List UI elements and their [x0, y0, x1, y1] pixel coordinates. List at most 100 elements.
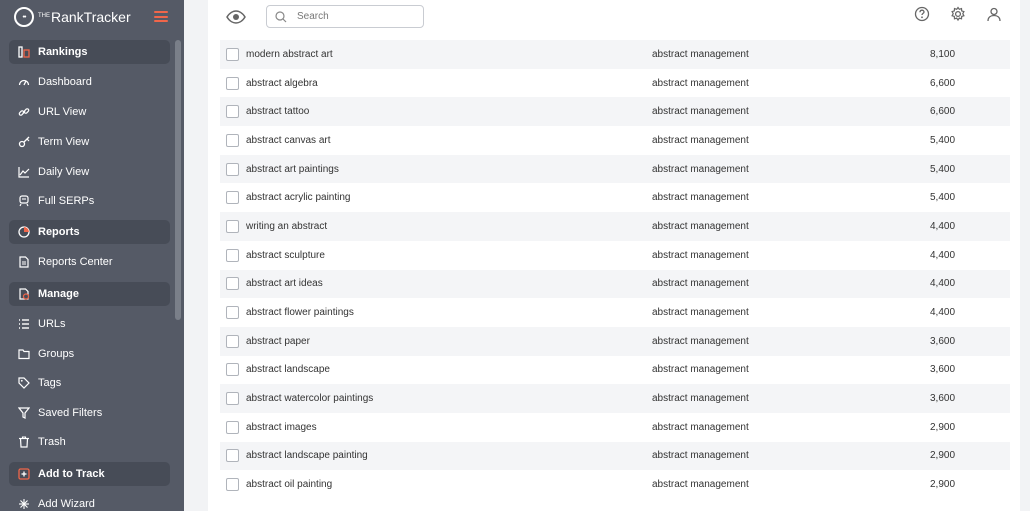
sidebar-item-label: Tags [38, 377, 62, 389]
sidebar-item-daily-view[interactable]: Daily View [9, 160, 170, 184]
row-checkbox[interactable] [226, 133, 239, 147]
serp-icon [18, 195, 30, 207]
volume-cell: 3,600 [930, 393, 956, 405]
sidebar-item-label: Saved Filters [38, 407, 103, 419]
sidebar-item-label: URLs [38, 318, 66, 330]
settings-gear-icon[interactable] [950, 6, 966, 22]
row-checkbox[interactable] [226, 420, 239, 434]
search-box[interactable] [266, 5, 424, 28]
sidebar-item-manage[interactable]: Manage [9, 282, 170, 306]
keyword-cell: abstract sculpture [246, 249, 325, 261]
sidebar-item-reports[interactable]: Reports [9, 220, 170, 244]
group-cell: abstract management [652, 421, 749, 433]
table-row[interactable]: modern abstract art abstract management 8,… [220, 40, 1010, 69]
group-cell: abstract management [652, 192, 749, 204]
table-row[interactable]: abstract paper abstract management 3,600 [220, 326, 1010, 356]
sidebar-item-label: Rankings [38, 46, 88, 58]
sidebar-item-add-to-track[interactable]: Add to Track [9, 462, 170, 486]
search-input[interactable] [297, 11, 417, 22]
sidebar-item-saved-filters[interactable]: Saved Filters [9, 401, 170, 425]
keyword-cell: abstract art paintings [246, 163, 339, 175]
pie-chart-icon [18, 226, 30, 238]
row-checkbox[interactable] [226, 277, 239, 291]
row-checkbox[interactable] [226, 47, 239, 61]
table-row[interactable]: abstract algebra abstract management 6,600 [220, 69, 1010, 98]
table-row[interactable]: abstract art paintings abstract managemen… [220, 154, 1010, 184]
sidebar-item-term-view[interactable]: Term View [9, 130, 170, 154]
row-checkbox[interactable] [226, 76, 239, 90]
sidebar-item-urls[interactable]: URLs [9, 312, 170, 336]
brand-name-text: RankTracker [51, 9, 131, 25]
brand-name: THERankTracker [38, 9, 131, 25]
table-row[interactable]: abstract watercolor paintings abstract ma… [220, 384, 1010, 413]
keyword-cell: abstract flower paintings [246, 307, 354, 319]
group-cell: abstract management [652, 163, 749, 175]
sidebar-item-url-view[interactable]: URL View [9, 100, 170, 124]
row-checkbox[interactable] [226, 248, 239, 262]
help-icon[interactable] [914, 6, 930, 22]
volume-cell: 2,900 [930, 421, 956, 433]
table-row[interactable]: abstract landscape abstract management 3,6… [220, 356, 1010, 385]
table-row[interactable]: abstract tattoo abstract management 6,600 [220, 97, 1010, 127]
group-cell: abstract management [652, 364, 749, 376]
sidebar-item-tags[interactable]: Tags [9, 371, 170, 395]
volume-cell: 5,400 [930, 134, 956, 146]
trash-icon [18, 436, 30, 448]
sidebar-item-dashboard[interactable]: Dashboard [9, 70, 170, 94]
brand-logo[interactable]: •• THERankTracker [14, 7, 131, 27]
volume-cell: 4,400 [930, 307, 956, 319]
sidebar-item-reports-center[interactable]: Reports Center [9, 250, 170, 274]
toolbar [208, 0, 1020, 38]
folder-icon [18, 348, 30, 360]
row-checkbox[interactable] [226, 478, 239, 492]
sidebar-item-trash[interactable]: Trash [9, 430, 170, 454]
sidebar-scrollbar[interactable] [175, 40, 181, 320]
group-cell: abstract management [652, 249, 749, 261]
keyword-cell: modern abstract art [246, 48, 333, 60]
sidebar-item-label: Add to Track [38, 468, 105, 480]
sidebar-item-groups[interactable]: Groups [9, 342, 170, 366]
sidebar-item-label: Full SERPs [38, 195, 95, 207]
row-checkbox[interactable] [226, 219, 239, 233]
row-checkbox[interactable] [226, 306, 239, 320]
table-row[interactable]: abstract acrylic painting abstract manage… [220, 183, 1010, 212]
row-checkbox[interactable] [226, 105, 239, 119]
group-cell: abstract management [652, 393, 749, 405]
sidebar-item-label: Reports Center [38, 256, 113, 268]
sidebar-item-add-wizard[interactable]: Add Wizard [9, 492, 170, 511]
row-checkbox[interactable] [226, 334, 239, 348]
eye-icon[interactable] [226, 9, 246, 25]
table-row[interactable]: abstract landscape painting abstract mana… [220, 441, 1010, 471]
row-checkbox[interactable] [226, 363, 239, 377]
keyword-cell: abstract oil painting [246, 479, 333, 491]
user-icon[interactable] [986, 6, 1002, 22]
row-checkbox[interactable] [226, 449, 239, 463]
link-icon [18, 106, 30, 118]
table-row[interactable]: abstract sculpture abstract management 4,4… [220, 241, 1010, 270]
sidebar-item-label: Groups [38, 348, 75, 360]
group-cell: abstract management [652, 278, 749, 290]
volume-cell: 2,900 [930, 479, 956, 491]
table-row[interactable]: writing an abstract abstract management 4,… [220, 212, 1010, 241]
row-checkbox[interactable] [226, 162, 239, 176]
sidebar-item-label: Trash [38, 436, 66, 448]
volume-cell: 3,600 [930, 364, 956, 376]
row-checkbox[interactable] [226, 191, 239, 205]
sidebar-item-full-serps[interactable]: Full SERPs [9, 189, 170, 213]
row-checkbox[interactable] [226, 392, 239, 406]
table-row[interactable]: abstract oil painting abstract management… [220, 470, 1010, 499]
table-row[interactable]: abstract art ideas abstract management 4,4… [220, 269, 1010, 299]
table-row[interactable]: abstract canvas art abstract management 5,… [220, 126, 1010, 155]
group-cell: abstract management [652, 307, 749, 319]
hamburger-menu-icon[interactable] [154, 11, 168, 22]
group-cell: abstract management [652, 106, 749, 118]
table-row[interactable]: abstract images abstract management 2,900 [220, 413, 1010, 442]
filter-icon [18, 407, 30, 419]
volume-cell: 2,900 [930, 450, 956, 462]
dashboard-icon [18, 76, 30, 88]
plus-icon [18, 468, 30, 480]
keyword-cell: abstract tattoo [246, 106, 310, 118]
table-row[interactable]: abstract flower paintings abstract manage… [220, 298, 1010, 327]
volume-cell: 3,600 [930, 335, 956, 347]
sidebar-item-rankings[interactable]: Rankings [9, 40, 170, 64]
